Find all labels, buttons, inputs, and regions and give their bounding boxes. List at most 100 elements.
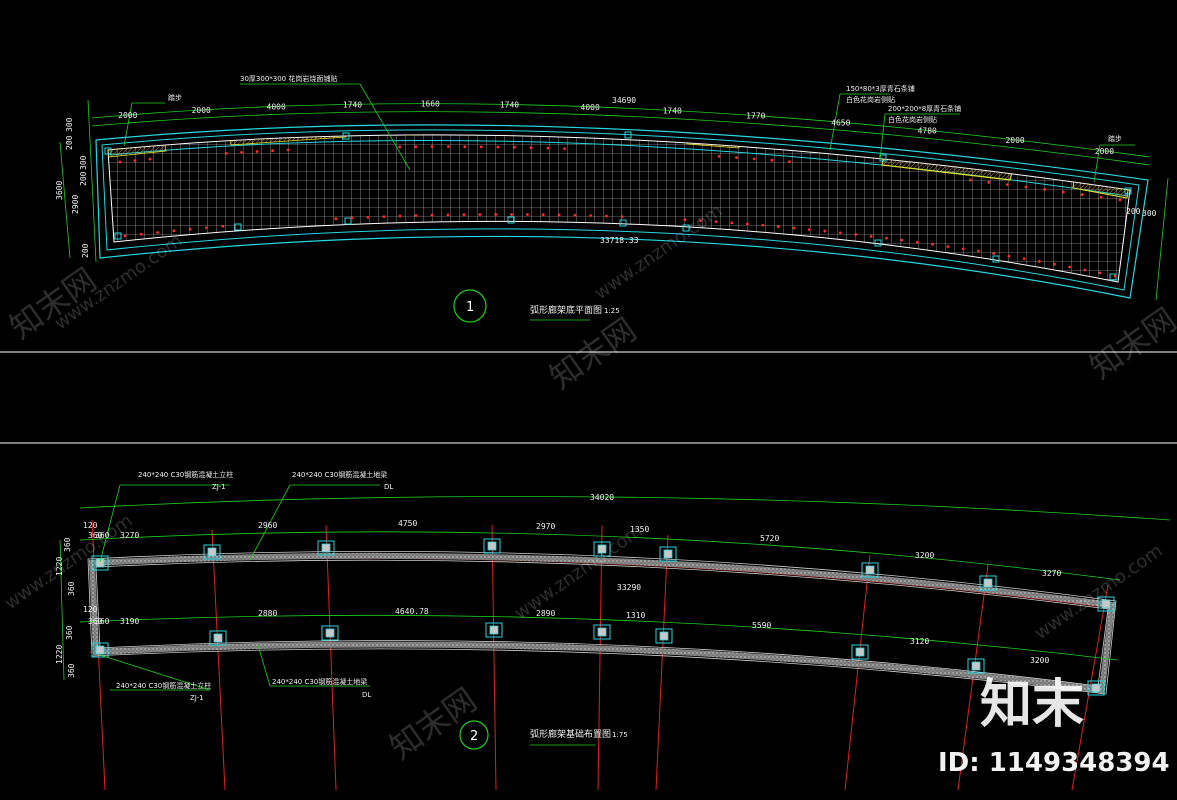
post-marker: [494, 213, 498, 216]
post-marker: [717, 154, 721, 158]
post-marker: [557, 213, 561, 217]
foundation-upper-segment-label: 3200: [915, 551, 934, 560]
column-core: [971, 661, 981, 671]
post-marker: [915, 240, 919, 244]
post-marker: [1005, 183, 1009, 187]
plan-left-dimension-label: 2900: [71, 195, 80, 214]
column-core: [983, 578, 993, 588]
watermark-brand: 知末: [980, 675, 1084, 735]
plan-note-stone-150: 150*80*3厚青石条铺: [846, 84, 915, 93]
post-marker: [513, 145, 516, 149]
post-marker: [1061, 190, 1065, 194]
post-marker: [977, 249, 980, 253]
post-marker: [414, 214, 418, 217]
foundation-upper-segment-label: 2970: [536, 522, 555, 531]
column-core: [321, 543, 331, 553]
plan-top-segment-label: 1770: [746, 112, 765, 121]
post-marker: [123, 234, 127, 238]
plan-top-segment-label: 2000: [118, 111, 137, 120]
plan-top-segment-label: 4000: [267, 102, 286, 111]
post-marker: [745, 222, 749, 226]
post-marker: [255, 150, 259, 153]
plan-left-dimension-label: 300: [79, 155, 88, 170]
column-core: [663, 549, 673, 559]
post-marker: [752, 157, 756, 161]
plan-paving-grid: [107, 134, 1131, 283]
plan-number: 1: [466, 300, 474, 315]
foundation-note-beam-bottom: 240*240 C30钢筋混凝土地梁: [272, 677, 367, 686]
post-marker: [188, 227, 192, 231]
post-marker: [398, 214, 402, 218]
foundation-lower-segment-labels: 120360360 31902880 4640.78 2890 131055903120…: [83, 605, 1049, 665]
watermark-site: 知末网: [543, 310, 643, 396]
post-marker: [885, 236, 888, 240]
post-marker: [463, 145, 467, 149]
foundation-note-col-bottom: 240*240 C30钢筋混凝土立柱: [116, 681, 211, 690]
post-marker: [398, 145, 402, 149]
plan-left-dimension-label: 200: [79, 171, 88, 186]
post-marker: [589, 214, 593, 218]
post-marker: [224, 151, 228, 155]
post-marker: [1024, 185, 1028, 189]
post-marker: [761, 223, 765, 227]
post-marker: [240, 150, 243, 154]
post-marker: [854, 233, 858, 236]
foundation-lower-segment-label: 120: [83, 605, 98, 614]
post-marker: [382, 215, 386, 219]
plan-left-dimension-label: 200: [65, 135, 74, 150]
post-marker: [838, 231, 842, 235]
post-marker: [807, 228, 811, 231]
post-marker: [770, 158, 774, 162]
column-core: [489, 625, 499, 635]
foundation-upper-segment-label: 3270: [1042, 569, 1061, 578]
watermark-domain: www.znzmo.com: [511, 520, 647, 624]
foundation-upper-segment-label: 120: [83, 521, 98, 530]
post-marker: [350, 216, 354, 220]
foundation-left-dimension-label: 360: [67, 581, 76, 596]
post-marker: [730, 221, 734, 225]
post-marker: [118, 160, 122, 164]
post-marker: [430, 145, 434, 149]
post-marker: [156, 231, 160, 234]
post-marker: [1113, 274, 1117, 278]
post-marker: [430, 213, 434, 217]
post-marker: [1099, 195, 1103, 199]
plan-note-steps: 踏步: [168, 93, 182, 102]
post-marker: [823, 229, 827, 233]
watermark-site: 知末网: [1083, 300, 1177, 386]
plan-overall-top: 34690: [612, 96, 636, 105]
post-marker: [526, 213, 529, 216]
foundation-note-beam-top-code: DL: [384, 483, 393, 491]
plan-top-segment-label: 2000: [1005, 136, 1024, 145]
foundation-note-col-top: 240*240 C30钢筋混凝土立柱: [138, 470, 233, 479]
column-core: [207, 547, 217, 557]
post-marker: [414, 145, 418, 149]
post-marker: [366, 215, 370, 219]
post-marker: [541, 213, 545, 217]
watermark-domain: www.znzmo.com: [1031, 540, 1167, 644]
post-marker: [462, 213, 466, 217]
foundation-lower-segment-label: 5590: [752, 621, 771, 630]
post-marker: [148, 157, 152, 161]
foundation-upper-segment-label: 4750: [398, 519, 417, 528]
plan-note-stone-150-b: 白色花岗岩侧贴: [846, 95, 895, 104]
plan-top-segment-label: 4780: [918, 126, 937, 135]
post-marker: [1037, 260, 1041, 263]
plan-top-segment-label: 4000: [581, 103, 600, 112]
column-core: [597, 627, 607, 637]
post-marker: [1098, 271, 1102, 275]
foundation-lower-segment-label: 4640.78: [395, 607, 429, 616]
post-marker: [946, 245, 950, 248]
post-marker: [1007, 254, 1011, 258]
plan-top-segment-label: 4650: [831, 118, 850, 127]
post-marker: [563, 147, 567, 151]
column-core: [865, 565, 875, 575]
foundation-lower-segment-label: 3120: [910, 637, 929, 646]
plan-top-segment-label: 1660: [421, 100, 440, 109]
post-marker: [987, 180, 991, 184]
post-marker: [510, 213, 513, 216]
plan-left-dimension-label: 3600: [55, 181, 64, 200]
post-marker: [1118, 198, 1122, 202]
foundation-note-col-top-code: ZJ-1: [212, 483, 226, 491]
strip-hatch: [404, 134, 459, 136]
